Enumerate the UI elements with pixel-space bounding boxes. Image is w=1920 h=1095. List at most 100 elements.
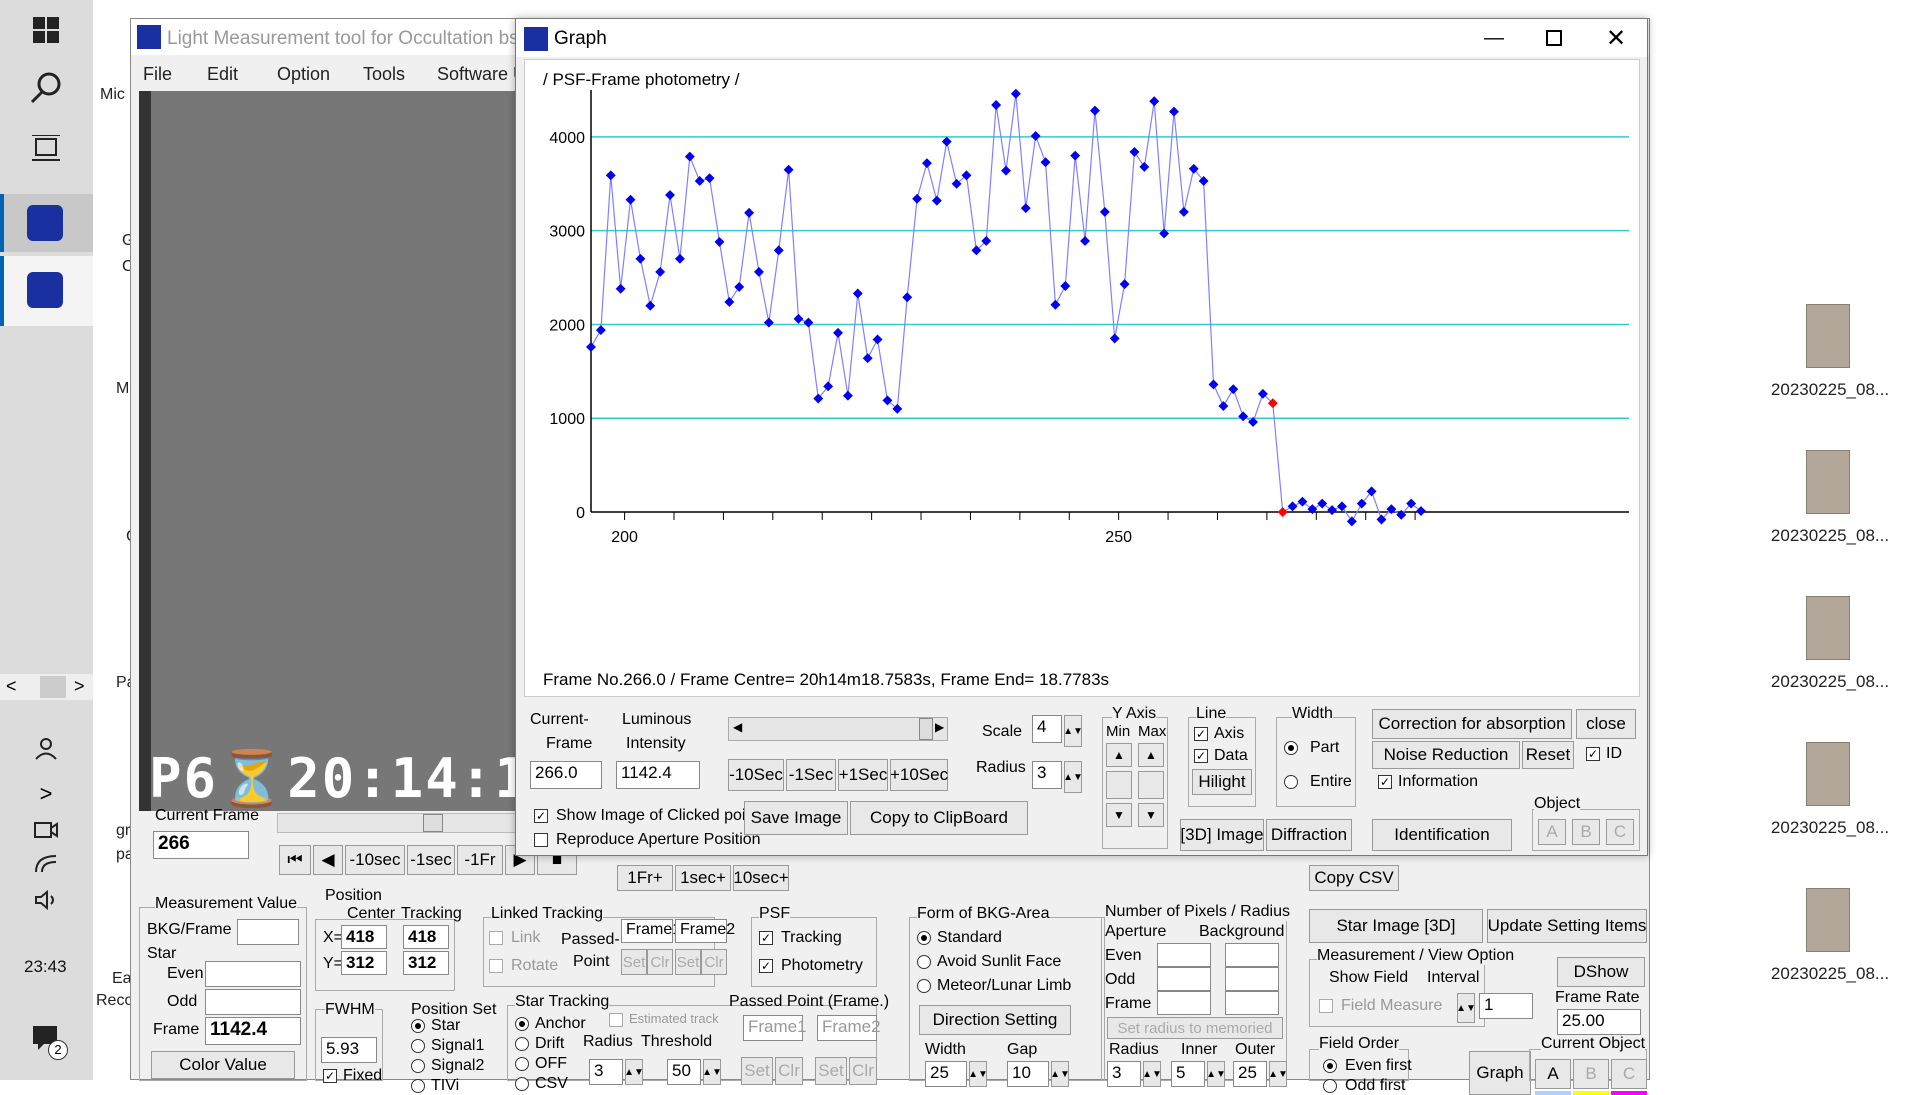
drift-radio[interactable] xyxy=(515,1037,529,1051)
pp-set1-button[interactable]: Set xyxy=(741,1057,773,1085)
taskbar-app-1[interactable] xyxy=(0,194,93,252)
photo-file-icon[interactable] xyxy=(1806,596,1850,660)
desktop-file-label[interactable]: 20230225_08... xyxy=(1760,380,1900,400)
windows-start-icon[interactable] xyxy=(22,6,70,54)
desktop-file-label[interactable]: 20230225_08... xyxy=(1760,672,1900,692)
x-center-field[interactable]: 418 xyxy=(341,925,387,949)
link-checkbox[interactable] xyxy=(489,931,503,945)
y-min-down-button[interactable]: ▼ xyxy=(1106,803,1132,827)
update-setting-button[interactable]: Update Setting Items xyxy=(1487,909,1647,943)
hilight-button[interactable]: Hilight xyxy=(1192,769,1252,795)
id-checkbox[interactable]: ✓ xyxy=(1586,747,1600,761)
object-b-button[interactable]: B xyxy=(1573,1059,1609,1089)
even-value-field[interactable] xyxy=(205,961,301,987)
photo-file-icon[interactable] xyxy=(1806,450,1850,514)
px-outer-spinner[interactable]: ▲▼ xyxy=(1268,1061,1288,1087)
y-max-mid-button[interactable] xyxy=(1138,771,1164,799)
position-set-star-radio[interactable] xyxy=(411,1019,425,1033)
off-radio[interactable] xyxy=(515,1057,529,1071)
reproduce-aperture-checkbox[interactable] xyxy=(534,833,548,847)
csv-radio[interactable] xyxy=(515,1077,529,1091)
y-max-up-button[interactable]: ▲ xyxy=(1138,743,1164,767)
st-threshold-field[interactable]: 50 xyxy=(667,1059,701,1085)
taskbar-app-2[interactable] xyxy=(0,256,93,326)
star-image-3d-button[interactable]: Star Image [3D] xyxy=(1309,909,1483,943)
graph-scrollbar-thumb[interactable] xyxy=(919,718,933,740)
menu-edit[interactable]: Edit xyxy=(207,64,238,85)
video-frame[interactable]: P6⏳20:14:18 xyxy=(139,91,531,811)
anchor-radio[interactable] xyxy=(515,1017,529,1031)
plus-10sec-button[interactable]: 10sec+ xyxy=(733,865,789,891)
px-even-background-field[interactable] xyxy=(1225,943,1279,967)
luminous-intensity-field[interactable]: 1142.4 xyxy=(616,761,700,789)
minus-1sec-button[interactable]: -1sec xyxy=(407,845,455,875)
frame-value-field[interactable]: 1142.4 xyxy=(205,1017,301,1045)
graph-radius-spinner[interactable]: ▲▼ xyxy=(1063,761,1083,793)
px-odd-background-field[interactable] xyxy=(1225,967,1279,991)
frame-rate-field[interactable]: 25.00 xyxy=(1557,1009,1641,1035)
field-measure-checkbox[interactable] xyxy=(1319,999,1333,1013)
px-inner-spinner[interactable]: ▲▼ xyxy=(1206,1061,1226,1087)
lt-frame2-field[interactable]: Frame2 xyxy=(675,919,735,943)
photo-file-icon[interactable] xyxy=(1806,742,1850,806)
fwhm-field[interactable]: 5.93 xyxy=(321,1037,377,1063)
copy-clipboard-button[interactable]: Copy to ClipBoard xyxy=(850,801,1028,835)
task-view-icon[interactable] xyxy=(22,124,70,172)
volume-icon[interactable] xyxy=(22,876,70,924)
menu-software[interactable]: Software U xyxy=(437,64,526,85)
set-radius-button[interactable]: Set radius to memoried xyxy=(1107,1017,1283,1039)
pp-frame1-field[interactable]: Frame1 xyxy=(743,1015,807,1041)
copy-csv-button[interactable]: Copy CSV xyxy=(1309,865,1399,891)
scale-field[interactable]: 4 xyxy=(1032,715,1062,743)
taskbar-scroll[interactable]: < > xyxy=(0,674,93,700)
menu-option[interactable]: Option xyxy=(277,64,330,85)
lt-frame1-field[interactable]: Frame1 xyxy=(621,919,681,943)
photo-file-icon[interactable] xyxy=(1806,304,1850,368)
lt-set2-button[interactable]: Set xyxy=(675,949,701,975)
width-entire-radio[interactable] xyxy=(1284,775,1298,789)
image-3d-button[interactable]: [3D] Image xyxy=(1180,819,1264,851)
show-field-label[interactable]: Show Field xyxy=(1329,969,1408,987)
information-checkbox[interactable]: ✓ xyxy=(1378,775,1392,789)
width-part-radio[interactable] xyxy=(1284,741,1298,755)
desktop-file-label[interactable]: 20230225_08... xyxy=(1760,526,1900,546)
bkg-width-field[interactable]: 25 xyxy=(925,1061,967,1087)
graph-plus-1sec-button[interactable]: +1Sec xyxy=(838,759,888,791)
graph-plot-area[interactable]: / PSF-Frame photometry / 0 1000 2000 3000 40… xyxy=(524,59,1640,697)
st-radius-field[interactable]: 3 xyxy=(589,1059,623,1085)
dshow-button[interactable]: DShow xyxy=(1557,957,1645,987)
correction-absorption-button[interactable]: Correction for absorption xyxy=(1372,709,1572,739)
estimated-track-checkbox[interactable] xyxy=(609,1013,623,1027)
identification-button[interactable]: Identification xyxy=(1372,819,1512,851)
position-set-tivi-radio[interactable] xyxy=(411,1079,425,1093)
px-even-aperture-field[interactable] xyxy=(1157,943,1211,967)
plus-1fr-button[interactable]: 1Fr+ xyxy=(617,865,673,891)
px-outer-field[interactable]: 25 xyxy=(1233,1061,1267,1087)
y-min-mid-button[interactable] xyxy=(1106,771,1132,799)
minus-10sec-button[interactable]: -10sec xyxy=(345,845,405,875)
y-max-down-button[interactable]: ▼ xyxy=(1138,803,1164,827)
scale-spinner[interactable]: ▲▼ xyxy=(1063,715,1083,747)
px-odd-aperture-field[interactable] xyxy=(1157,967,1211,991)
y-tracking-field[interactable]: 312 xyxy=(403,951,449,975)
photo-file-icon[interactable] xyxy=(1806,888,1850,952)
st-radius-spinner[interactable]: ▲▼ xyxy=(624,1059,644,1085)
pp-clr2-button[interactable]: Clr xyxy=(849,1057,877,1085)
bkg-gap-spinner[interactable]: ▲▼ xyxy=(1050,1061,1070,1087)
lt-clr1-button[interactable]: Clr xyxy=(647,949,673,975)
pp-frame2-field[interactable]: Frame2 xyxy=(817,1015,881,1041)
direction-setting-button[interactable]: Direction Setting xyxy=(919,1005,1071,1035)
maximize-icon[interactable] xyxy=(1526,19,1582,57)
px-radius-field[interactable]: 3 xyxy=(1107,1061,1141,1087)
position-set-signal2-radio[interactable] xyxy=(411,1059,425,1073)
people-icon[interactable] xyxy=(22,724,70,772)
menu-file[interactable]: File xyxy=(143,64,172,85)
graph-object-c-button[interactable]: C xyxy=(1606,819,1634,845)
search-icon[interactable] xyxy=(22,64,70,112)
graph-scrollbar[interactable]: ◀ ▶ xyxy=(728,717,948,741)
line-data-checkbox[interactable]: ✓ xyxy=(1194,749,1208,763)
object-a-button[interactable]: A xyxy=(1535,1059,1571,1089)
bkg-gap-field[interactable]: 10 xyxy=(1007,1061,1049,1087)
psf-photometry-chart[interactable]: 0 1000 2000 3000 4000 200 250 xyxy=(525,60,1641,660)
bkg-standard-radio[interactable] xyxy=(917,931,931,945)
